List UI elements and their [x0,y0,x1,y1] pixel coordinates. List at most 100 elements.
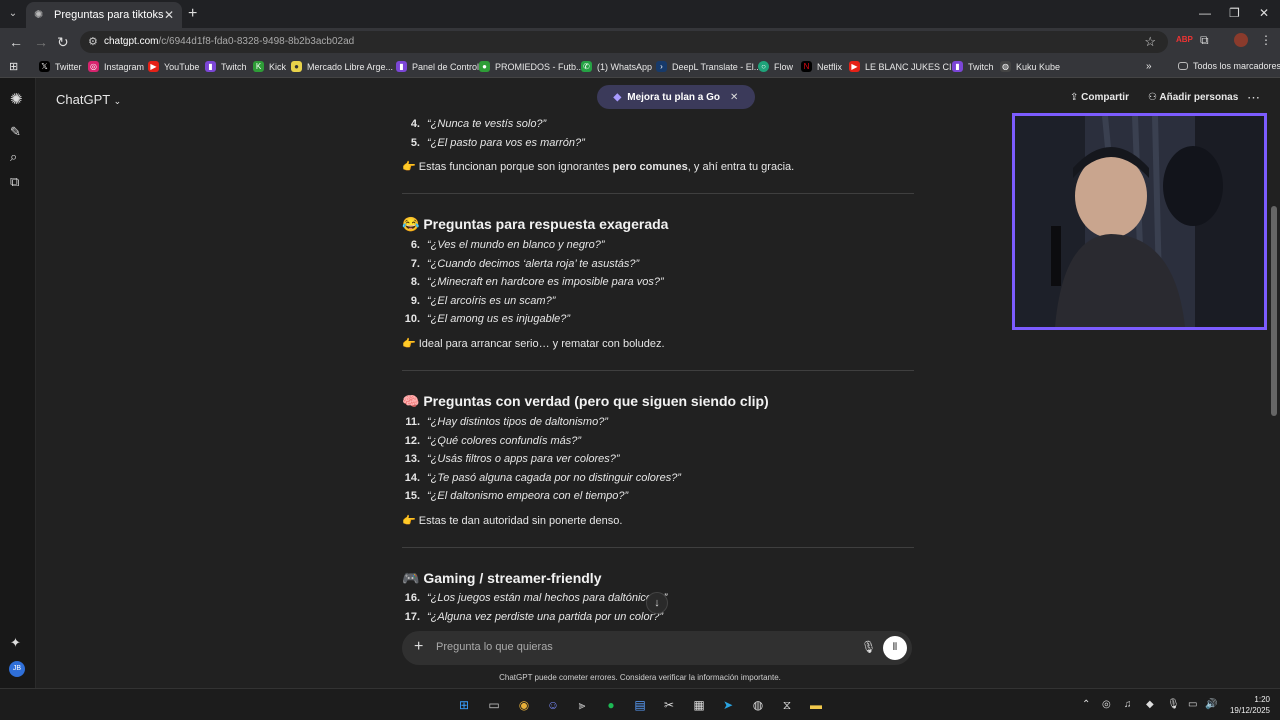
tab-search-icon[interactable]: ⌄ [4,5,22,23]
apps-icon[interactable]: ⊞ [9,60,18,73]
list-item: 6. “¿Ves el mundo en blanco y negro?” [410,239,605,251]
tray-overflow-icon[interactable]: ⌃ [1082,699,1090,710]
app-icon[interactable]: ⫸ [574,697,590,713]
clock[interactable]: 1:20 19/12/2025 [1222,694,1270,716]
new-tab-icon[interactable]: + [188,5,197,23]
list-item: 17. “¿Alguna vez perdiste una partida por… [404,611,664,623]
section-heading: 😂 Preguntas para respuesta exagerada [402,216,669,232]
bookmark-panel-control[interactable]: ▮ Panel de Control [396,61,479,72]
list-item: 5. “¿El pasto para vos es marrón?” [410,137,585,149]
bookmark-mercado-libre[interactable]: ● Mercado Libre Arge... [291,61,393,72]
bookmark-netflix[interactable]: N Netflix [801,61,842,72]
all-bookmarks[interactable]: Todos los marcadores [1178,61,1280,71]
chatgpt-favicon-icon: ✺ [34,9,44,21]
page-scrollbar[interactable] [1271,86,1277,686]
back-icon[interactable]: ← [9,34,23,50]
search-icon[interactable]: ⌕ [10,149,17,165]
assistant-message: 4. “¿Nunca te vestís solo?” 5. “¿El pasto … [402,114,914,636]
bookmark-kick[interactable]: K Kick [253,61,286,72]
calculator-icon[interactable]: ▦ [691,697,707,713]
minimize-icon[interactable]: — [1199,6,1211,20]
sparkle-icon[interactable]: ✦ [10,635,21,651]
bookmarks-bar: ⊞ 𝕏 Twitter ◎ Instagram ▶ YouTube ▮ Twitch K… [0,56,1280,78]
volume-icon[interactable]: 🔊 [1205,699,1217,710]
bookmark-youtube[interactable]: ▶ YouTube [148,61,199,72]
new-chat-icon[interactable]: ✎ [10,124,21,140]
disclaimer: ChatGPT puede cometer errores. Considera… [499,673,781,682]
bookmark-twitch[interactable]: ▮ Twitch [205,61,247,72]
library-icon[interactable]: ⧉ [10,174,19,190]
bookmark-twitter[interactable]: 𝕏 Twitter [39,61,82,72]
omnibox[interactable]: ⚙ chatgpt.com/c/6944d1f8-fda0-8328-9498-… [80,31,1168,53]
close-tab-icon[interactable]: ✕ [164,8,174,22]
chatgpt-sidebar: ✺ ✎ ⌕ ⧉ ✦ JB [0,78,36,688]
file-explorer-icon[interactable]: ▬ [808,697,824,713]
add-people-button[interactable]: ⚇ Añadir personas [1148,92,1238,103]
share-button[interactable]: ⇪ Compartir [1070,92,1129,103]
steam-icon[interactable]: ◆ [1146,699,1154,710]
task-view-icon[interactable]: ▭ [486,697,502,713]
scrollbar-thumb[interactable] [1271,206,1277,416]
openai-logo-icon[interactable]: ✺ [10,90,23,108]
spotify-icon[interactable]: ● [603,697,619,713]
webcam-overlay [1012,113,1267,330]
chrome-icon[interactable]: ◉ [516,697,532,713]
list-item: 14. “¿Te pasó alguna cagada por no distin… [404,472,681,484]
browser-menu-icon[interactable]: ⋮ [1260,33,1272,47]
site-info-icon[interactable]: ⚙ [88,35,98,48]
upgrade-plan-button[interactable]: ◆ Mejora tu plan a Go ✕ [597,85,755,109]
browser-tab[interactable]: ✺ Preguntas para tiktoks ✕ [26,2,182,28]
adblock-extension-icon[interactable]: ABP [1176,35,1193,44]
extensions-icon[interactable]: ⧉ [1200,33,1209,48]
bookmark-deepl[interactable]: › DeepL Translate - El... [656,61,761,72]
list-item: 11. “¿Hay distintos tipos de daltonismo?” [405,416,608,428]
scroll-to-bottom-button[interactable]: ↓ [646,592,668,614]
divider [402,547,914,548]
prompt-input[interactable]: Pregunta lo que quieras [436,641,553,653]
microphone-icon[interactable]: 🎙 [861,640,876,654]
list-item: 15. “¿El daltonismo empeora con el tiempo… [404,490,629,502]
model-selector[interactable]: ChatGPT ⌄ [56,92,121,107]
note-paragraph: 👉 Estas funcionan porque son ignorantes … [402,161,795,173]
obs-icon[interactable]: ◍ [750,697,766,713]
windows-start-icon[interactable]: ⊞ [456,697,472,713]
reload-icon[interactable]: ↻ [57,34,69,51]
discord-icon[interactable]: ☺ [545,697,561,713]
more-options-icon[interactable]: ⋯ [1247,90,1260,106]
tray-app-icon[interactable]: ◎ [1102,699,1111,710]
bookmark-flow[interactable]: ○ Flow [758,61,793,72]
profile-avatar[interactable] [1234,33,1248,47]
bookmark-whatsapp[interactable]: ✆ (1) WhatsApp [581,61,652,72]
headset-icon[interactable]: ♫ [1124,699,1132,710]
bookmark-kuku-kube[interactable]: ◍ Kuku Kube [1000,61,1060,72]
section-heading: 🧠 Preguntas con verdad (pero que siguen … [402,393,769,409]
bookmark-twitch-2[interactable]: ▮ Twitch [952,61,994,72]
forward-icon[interactable]: → [34,34,48,50]
window-close-icon[interactable]: ✕ [1259,6,1269,20]
capcut-icon[interactable]: ⧖ [779,697,795,713]
add-attachment-icon[interactable]: + [414,638,423,656]
windows-taskbar: ⊞ ▭ ◉ ☺ ⫸ ● ▤ ✂ ▦ ➤ ◍ ⧖ ▬ ⌃ ◎ ♫ ◆ 🎙 ▭ 🔊 … [0,688,1280,720]
share-icon: ⇪ [1070,92,1079,103]
bookmark-instagram[interactable]: ◎ Instagram [88,61,144,72]
bookmark-star-icon[interactable]: ☆ [1144,34,1156,50]
tab-title: Preguntas para tiktoks [54,9,164,21]
network-icon[interactable]: ▭ [1188,699,1197,710]
list-item: 16. “¿Los juegos están mal hechos para da… [404,592,668,604]
close-icon[interactable]: ✕ [730,92,738,103]
snipping-icon[interactable]: ✂ [661,697,677,713]
restore-icon[interactable]: ❐ [1229,6,1240,20]
microphone-tray-icon[interactable]: 🎙 [1167,699,1180,710]
section-heading: 🎮 Gaming / streamer-friendly [402,570,602,586]
bookmark-le-blanc[interactable]: ▶ LE BLANC JUKES CI... [849,61,959,72]
list-item: 10. “¿El among us es injugable?” [404,313,571,325]
voice-mode-button[interactable]: ⦀ [883,636,907,660]
telegram-icon[interactable]: ➤ [720,697,736,713]
notes-icon[interactable]: ▤ [632,697,648,713]
bookmark-promiedos[interactable]: ● PROMIEDOS - Futb... [479,61,584,72]
address-toolbar: ← → ↻ ⚙ chatgpt.com/c/6944d1f8-fda0-8328… [0,28,1280,56]
list-item: 12. “¿Qué colores confundís más?” [404,435,582,447]
bookmarks-overflow-icon[interactable]: » [1146,61,1152,72]
url-text[interactable]: chatgpt.com/c/6944d1f8-fda0-8328-9498-8b… [104,36,354,47]
browser-tabbar: ⌄ ✺ Preguntas para tiktoks ✕ + — ❐ ✕ [0,0,1280,28]
